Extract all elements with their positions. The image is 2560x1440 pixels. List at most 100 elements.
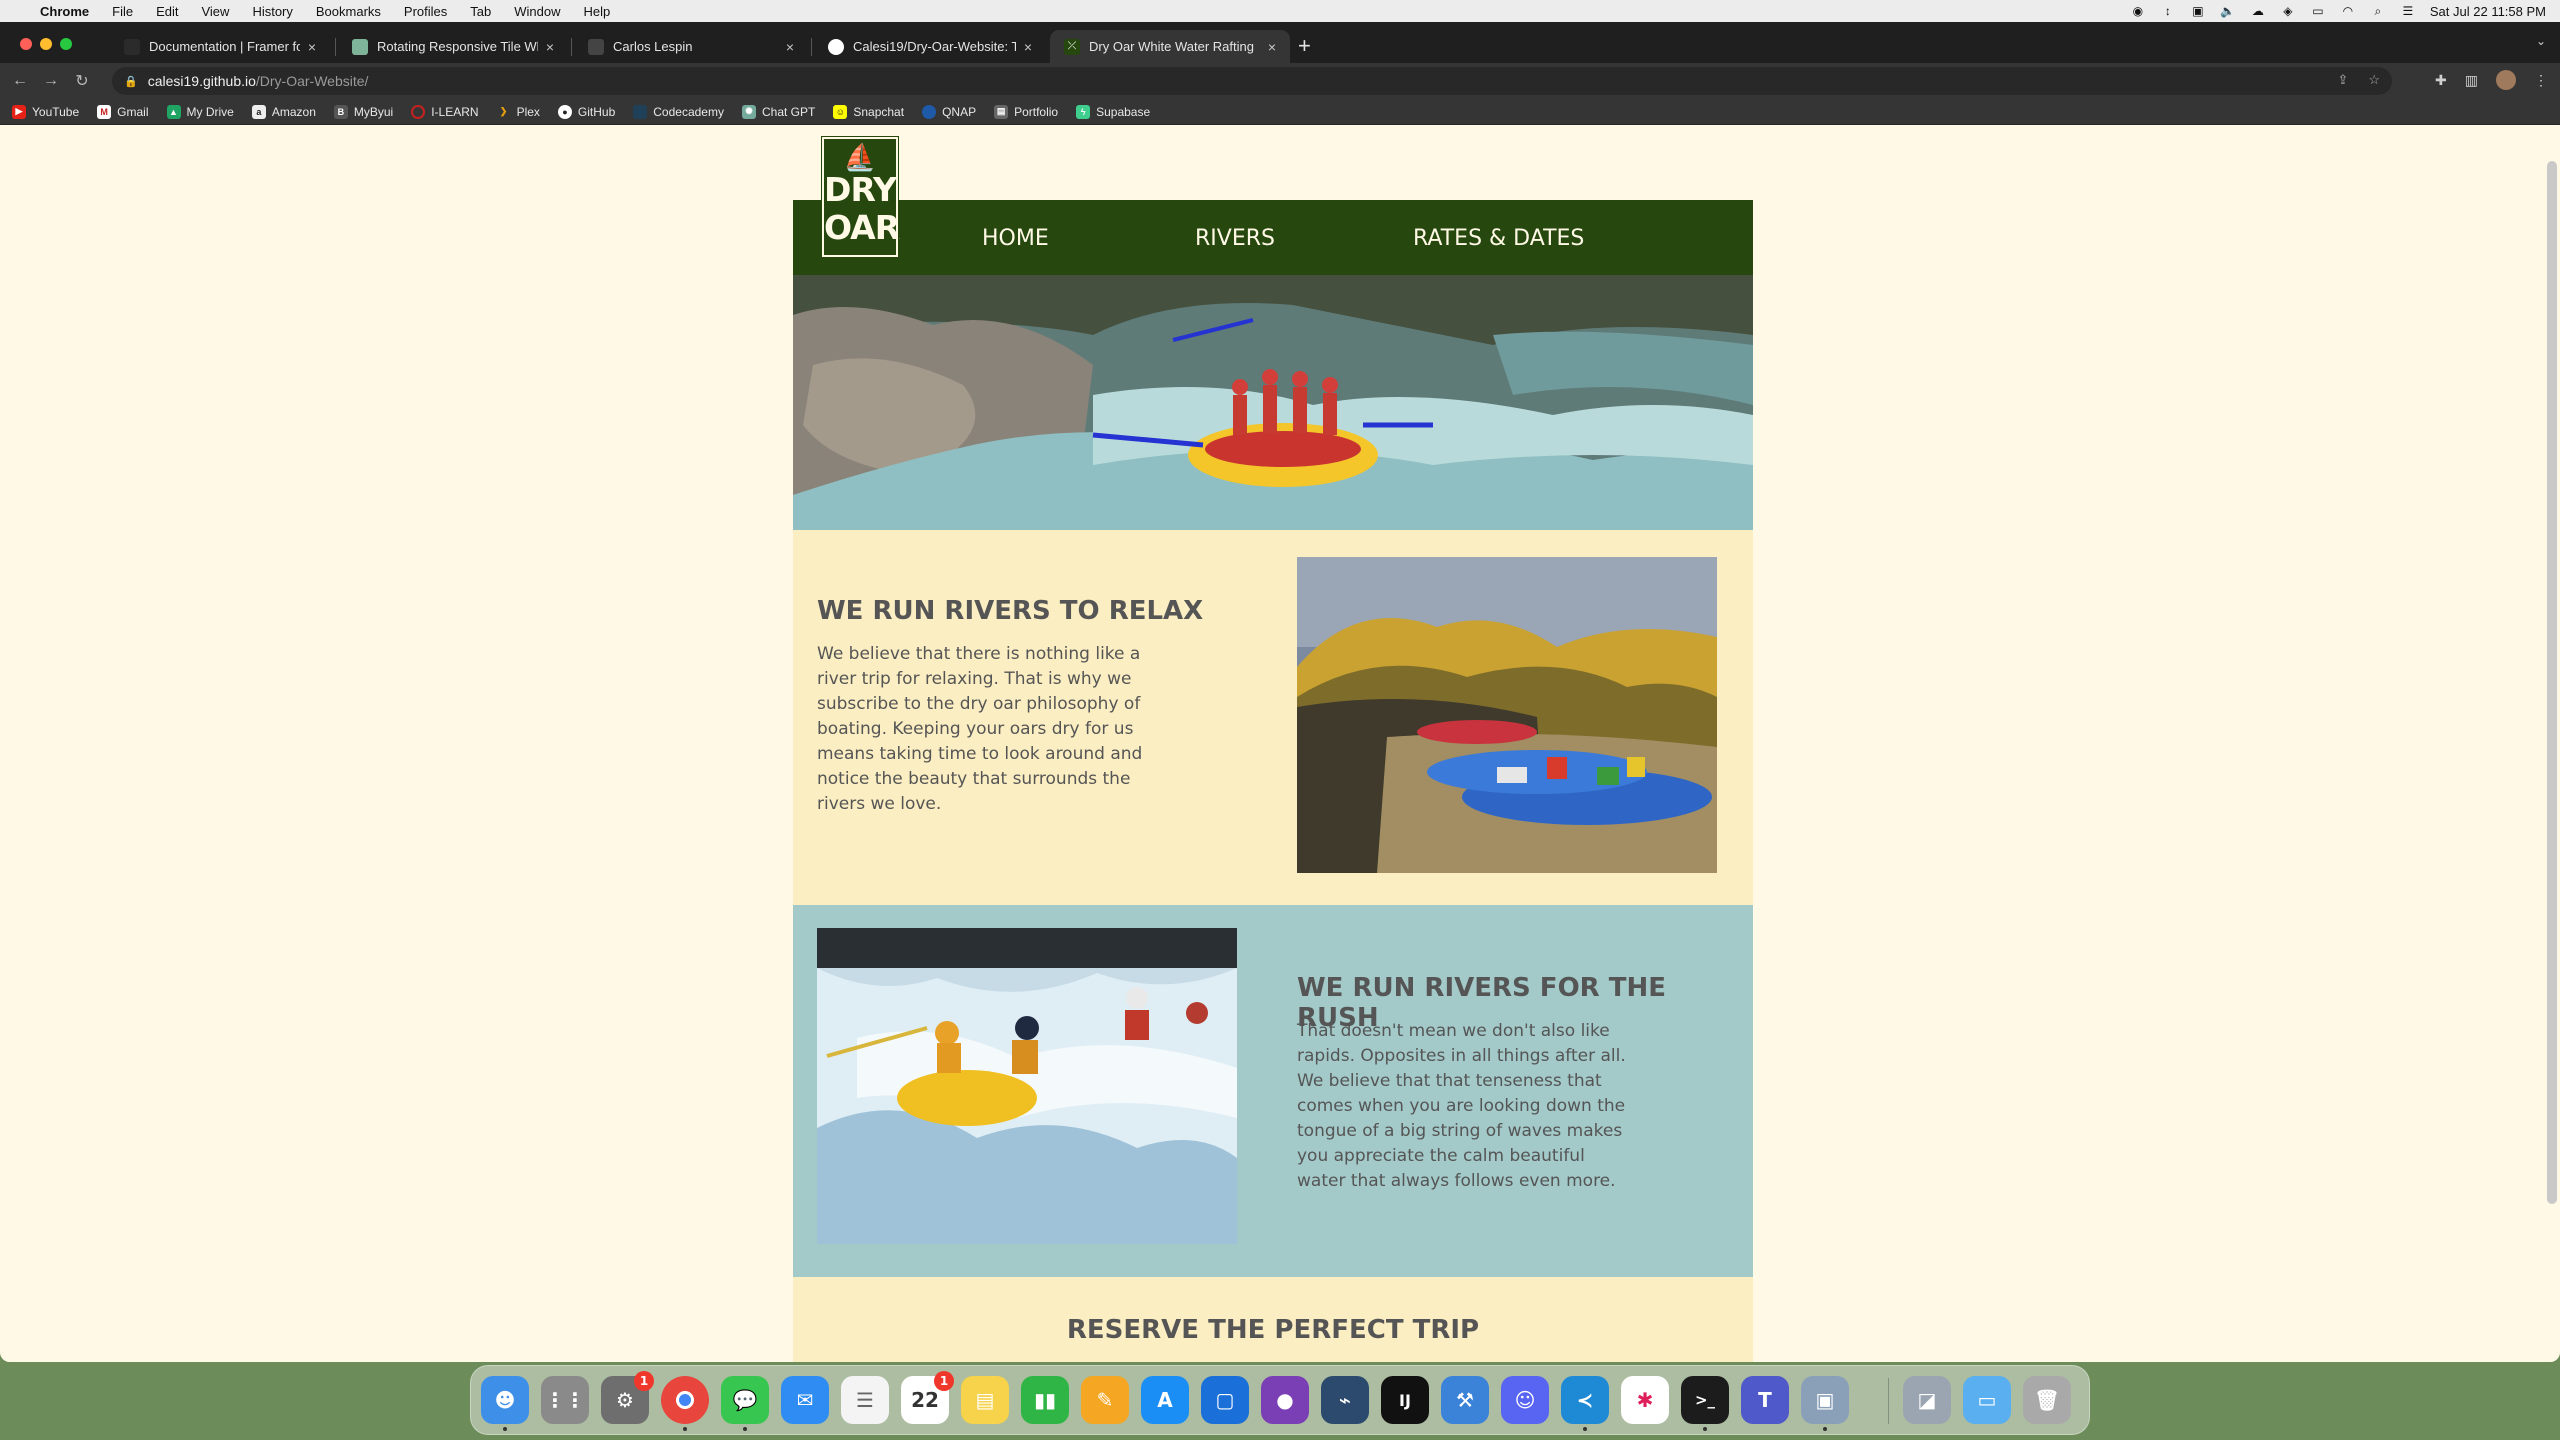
dock-github-desktop-icon[interactable]: ● <box>1261 1376 1309 1424</box>
nav-rivers-link[interactable]: RIVERS <box>1195 226 1275 251</box>
bookmark-mybyui[interactable]: B MyByui <box>333 104 393 119</box>
dock-simulator-icon[interactable]: ▢ <box>1201 1376 1249 1424</box>
volume-icon[interactable]: 🔈 <box>2220 4 2236 18</box>
dock-pages-icon[interactable]: ✎ <box>1081 1376 1129 1424</box>
dock-numbers-icon[interactable]: ▮▮ <box>1021 1376 1069 1424</box>
bookmark-my-drive[interactable]: ▲ My Drive <box>166 104 234 119</box>
lock-icon[interactable]: 🔒 <box>124 75 138 88</box>
tab-close-icon[interactable]: × <box>308 39 316 55</box>
running-indicator <box>1703 1427 1707 1431</box>
dock-calendar-icon[interactable]: 22 1 <box>901 1371 954 1424</box>
layers-icon[interactable]: ◈ <box>2280 4 2296 18</box>
bookmark-star-icon[interactable]: ☆ <box>2368 72 2380 88</box>
bookmark-github[interactable]: ● GitHub <box>557 104 615 119</box>
menu-bookmarks[interactable]: Bookmarks <box>316 4 381 19</box>
window-minimize-button[interactable] <box>40 38 52 50</box>
tab-search-chevron-icon[interactable]: ⌄ <box>2536 34 2546 48</box>
tab-carlos-lespin[interactable]: Carlos Lespin × <box>574 30 808 63</box>
menubar-clock[interactable]: Sat Jul 22 11:58 PM <box>2430 4 2546 19</box>
tab-close-icon[interactable]: × <box>546 39 554 55</box>
dock-finder-icon[interactable]: ☻ <box>481 1376 529 1431</box>
tab-github-repo[interactable]: Calesi19/Dry-Oar-Website: Thi × <box>814 30 1046 63</box>
extensions-puzzle-icon[interactable]: ✚ <box>2435 72 2447 89</box>
tab-title: Rotating Responsive Tile Whee <box>377 39 538 54</box>
dock-mysql-workbench-icon[interactable]: ⌁ <box>1321 1376 1369 1424</box>
bookmark-label: QNAP <box>942 104 977 119</box>
menu-file[interactable]: File <box>112 4 133 19</box>
menu-edit[interactable]: Edit <box>156 4 178 19</box>
canyon-illustration <box>1297 557 1717 873</box>
new-tab-button[interactable]: + <box>1298 32 1311 60</box>
bookmark-portfolio[interactable]: ▤ Portfolio <box>994 104 1058 119</box>
dock-system-settings-icon[interactable]: ⚙ 1 <box>601 1371 654 1424</box>
window-close-button[interactable] <box>20 38 32 50</box>
menu-history[interactable]: History <box>252 4 292 19</box>
spotlight-search-icon[interactable]: ⌕ <box>2370 4 2386 18</box>
chrome-menu-icon[interactable]: ⋮ <box>2534 72 2548 89</box>
dock-launchpad-icon[interactable]: ⋮⋮ <box>541 1376 589 1424</box>
dock-intellij-icon[interactable]: IJ <box>1381 1376 1429 1424</box>
page-scrollbar[interactable] <box>2547 161 2557 1204</box>
tab-dry-oar[interactable]: ⤫ Dry Oar White Water Rafting × <box>1050 30 1290 63</box>
nav-rates-dates-link[interactable]: RATES & DATES <box>1413 226 1584 251</box>
rush-line: water that always follows even more. <box>1297 1171 1616 1191</box>
dock-downloads-folder-icon[interactable]: ▭ <box>1963 1376 2011 1424</box>
tab-framer-docs[interactable]: Documentation | Framer for De × <box>110 30 330 63</box>
dock-chrome-icon[interactable] <box>661 1376 709 1431</box>
bookmark-supabase[interactable]: ϟ Supabase <box>1076 104 1150 119</box>
menu-app-chrome[interactable]: Chrome <box>40 4 89 19</box>
bookmark-plex[interactable]: ❯ Plex <box>497 105 540 119</box>
menu-profiles[interactable]: Profiles <box>404 4 447 19</box>
dock-vscode-icon[interactable]: ≺ <box>1561 1376 1609 1431</box>
status-app-icon[interactable]: ◉ <box>2130 4 2146 18</box>
cloud-status-icon[interactable]: ☁ <box>2250 4 2266 18</box>
bookmark-qnap[interactable]: QNAP <box>922 104 977 119</box>
dock-reminders-icon[interactable]: ☰ <box>841 1376 889 1424</box>
bookmark-youtube[interactable]: ▶ YouTube <box>12 104 79 119</box>
notification-badge: 1 <box>634 1371 654 1391</box>
nav-home-link[interactable]: HOME <box>982 226 1049 251</box>
bookmark-i-learn[interactable]: I-LEARN <box>411 104 479 119</box>
dry-oar-logo[interactable]: ⛵ DRY OAR <box>821 136 900 258</box>
dock-discord-icon[interactable]: ☺ <box>1501 1376 1549 1424</box>
dock-teams-icon[interactable]: T <box>1741 1376 1789 1424</box>
tab-rotating-tile[interactable]: Rotating Responsive Tile Whee × <box>338 30 568 63</box>
share-icon[interactable]: ⇪ <box>2337 72 2348 88</box>
dock-trash-icon[interactable]: 🗑 <box>2023 1376 2071 1424</box>
dock-preview-icon[interactable]: ▣ <box>1801 1376 1849 1431</box>
window-zoom-button[interactable] <box>60 38 72 50</box>
bookmark-amazon[interactable]: a Amazon <box>251 104 316 119</box>
dock-notes-icon[interactable]: ▤ <box>961 1376 1009 1424</box>
tab-close-icon[interactable]: × <box>1024 39 1032 55</box>
dock-slack-icon[interactable]: ✱ <box>1621 1376 1669 1424</box>
menu-help[interactable]: Help <box>584 4 611 19</box>
dock-postman-icon[interactable]: ◪ <box>1903 1376 1951 1424</box>
menu-window[interactable]: Window <box>514 4 560 19</box>
bookmark-gmail[interactable]: M Gmail <box>97 104 149 119</box>
bookmark-snapchat[interactable]: ☺ Snapchat <box>833 104 904 119</box>
menu-view[interactable]: View <box>201 4 229 19</box>
dock-app-store-icon[interactable]: A <box>1141 1376 1189 1424</box>
page-viewport[interactable]: ⛵ DRY OAR HOME RIVERS RATES & DATES WE R… <box>0 125 2560 1362</box>
tab-close-icon[interactable]: × <box>786 39 794 55</box>
page-favicon-icon <box>588 38 604 55</box>
dock-xcode-icon[interactable]: ⚒ <box>1441 1376 1489 1424</box>
side-panel-icon[interactable]: ▥ <box>2465 72 2478 89</box>
bookmark-codecademy[interactable]: Codecademy <box>633 104 724 119</box>
control-center-icon[interactable]: ☰ <box>2400 4 2416 18</box>
bookmark-chat-gpt[interactable]: ✺ Chat GPT <box>741 104 815 119</box>
upload-status-icon[interactable]: ↕ <box>2160 4 2176 18</box>
dock-terminal-icon[interactable]: >_ <box>1681 1376 1729 1431</box>
reload-icon[interactable]: ↻ <box>71 70 93 92</box>
menu-tab[interactable]: Tab <box>470 4 491 19</box>
address-bar[interactable]: 🔒 calesi19.github.io /Dry-Oar-Website/ ⇪… <box>112 67 2392 95</box>
back-arrow-icon[interactable]: ← <box>9 70 31 92</box>
forward-arrow-icon[interactable]: → <box>40 70 62 92</box>
window-manager-icon[interactable]: ▣ <box>2190 4 2206 18</box>
tab-close-icon[interactable]: × <box>1268 39 1276 55</box>
dock-mail-icon[interactable]: ✉ <box>781 1376 829 1424</box>
dock-messages-icon[interactable]: 💬 <box>721 1376 769 1431</box>
battery-icon[interactable]: ▭ <box>2310 4 2326 18</box>
wifi-icon[interactable]: ◠ <box>2340 4 2356 18</box>
profile-avatar[interactable] <box>2496 70 2516 90</box>
